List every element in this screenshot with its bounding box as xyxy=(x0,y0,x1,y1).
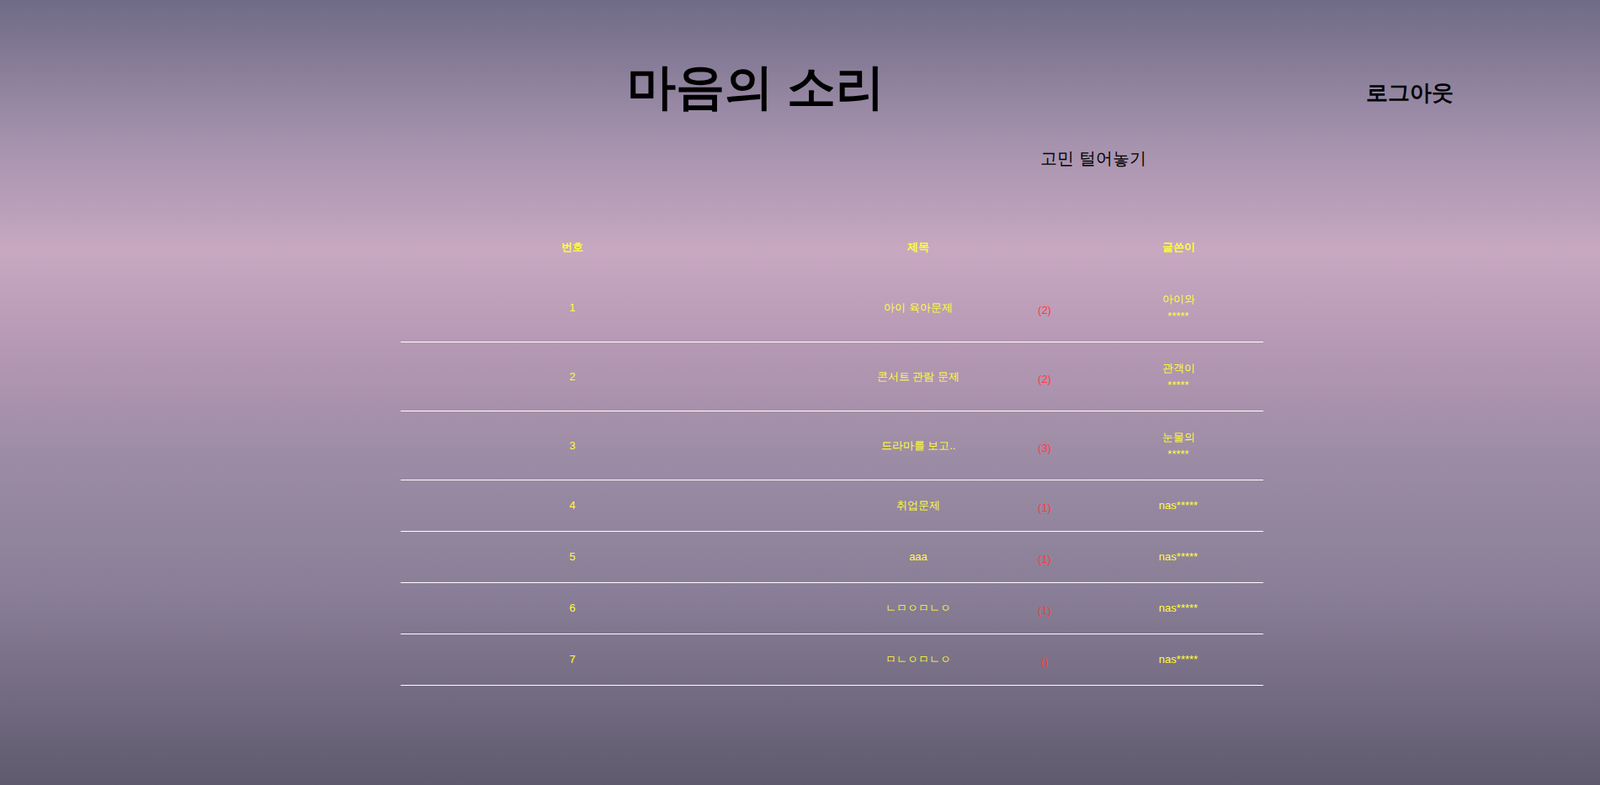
row-number: 5 xyxy=(400,548,745,566)
row-title[interactable]: ㅁㄴㅇㅁㄴㅇ xyxy=(838,651,999,669)
comment-count: (1) xyxy=(1023,499,1066,517)
comment-count: (3) xyxy=(1023,440,1066,458)
row-writer: 눈물의***** xyxy=(1115,429,1242,463)
row-title[interactable]: aaa xyxy=(838,548,999,566)
column-header: 제목 xyxy=(838,239,999,256)
row-title[interactable]: 드라마를 보고.. xyxy=(838,437,999,455)
write-row: 고민 털어놓기 xyxy=(0,146,1600,171)
table-row[interactable]: 5 aaa (1) nas***** xyxy=(400,531,1264,584)
row-number: 4 xyxy=(400,497,745,515)
row-title[interactable]: 취업문제 xyxy=(838,497,999,515)
comment-count: (2) xyxy=(1023,302,1066,319)
comment-count: () xyxy=(1023,653,1066,671)
write-link[interactable]: 고민 털어놓기 xyxy=(1040,146,1147,171)
row-title[interactable]: 콘서트 관람 문제 xyxy=(838,368,999,386)
row-number: 1 xyxy=(400,299,745,317)
board-table: 번호 제목 글쓴이 1 아이 육아문제 (2) 아이와***** 2 콘서트 관람 문제 (2) 관… xyxy=(400,220,1264,686)
row-writer: nas***** xyxy=(1115,548,1242,566)
row-title[interactable]: ㄴㅁㅇㅁㄴㅇ xyxy=(838,600,999,617)
row-number: 3 xyxy=(400,437,745,455)
logout-link[interactable]: 로그아웃 xyxy=(1366,76,1454,110)
table-row[interactable]: 3 드라마를 보고.. (3) 눈물의***** xyxy=(400,411,1264,481)
column-header: 번호 xyxy=(400,239,745,256)
row-writer: nas***** xyxy=(1115,600,1242,617)
row-number: 6 xyxy=(400,600,745,617)
header: 마음의 소리 로그아웃 xyxy=(0,53,1600,121)
row-writer: nas***** xyxy=(1115,651,1242,669)
comment-count: (1) xyxy=(1023,602,1066,620)
row-number: 2 xyxy=(400,368,745,386)
table-header: 번호 제목 글쓴이 xyxy=(400,220,1264,274)
row-number: 7 xyxy=(400,651,745,669)
site-title[interactable]: 마음의 소리 xyxy=(627,62,885,112)
page: 마음의 소리 로그아웃고민 털어놓기번호 제목 글쓴이 1 아이 육아문제 (2) 아이와**… xyxy=(0,0,1600,785)
row-writer: nas***** xyxy=(1115,497,1242,515)
table-row[interactable]: 2 콘서트 관람 문제 (2) 관객이***** xyxy=(400,342,1264,412)
row-title[interactable]: 아이 육아문제 xyxy=(838,299,999,317)
table-row[interactable]: 6 ㄴㅁㅇㅁㄴㅇ (1) nas***** xyxy=(400,583,1264,635)
table-row[interactable]: 7 ㅁㄴㅇㅁㄴㅇ () nas***** xyxy=(400,634,1264,686)
row-writer: 아이와***** xyxy=(1115,291,1242,325)
table-row[interactable]: 1 아이 육아문제 (2) 아이와***** xyxy=(400,273,1264,343)
column-header: 글쓴이 xyxy=(1115,239,1242,256)
comment-count: (2) xyxy=(1023,371,1066,389)
table-row[interactable]: 4 취업문제 (1) nas***** xyxy=(400,480,1264,532)
row-writer: 관객이***** xyxy=(1115,360,1242,394)
comment-count: (1) xyxy=(1023,551,1066,569)
